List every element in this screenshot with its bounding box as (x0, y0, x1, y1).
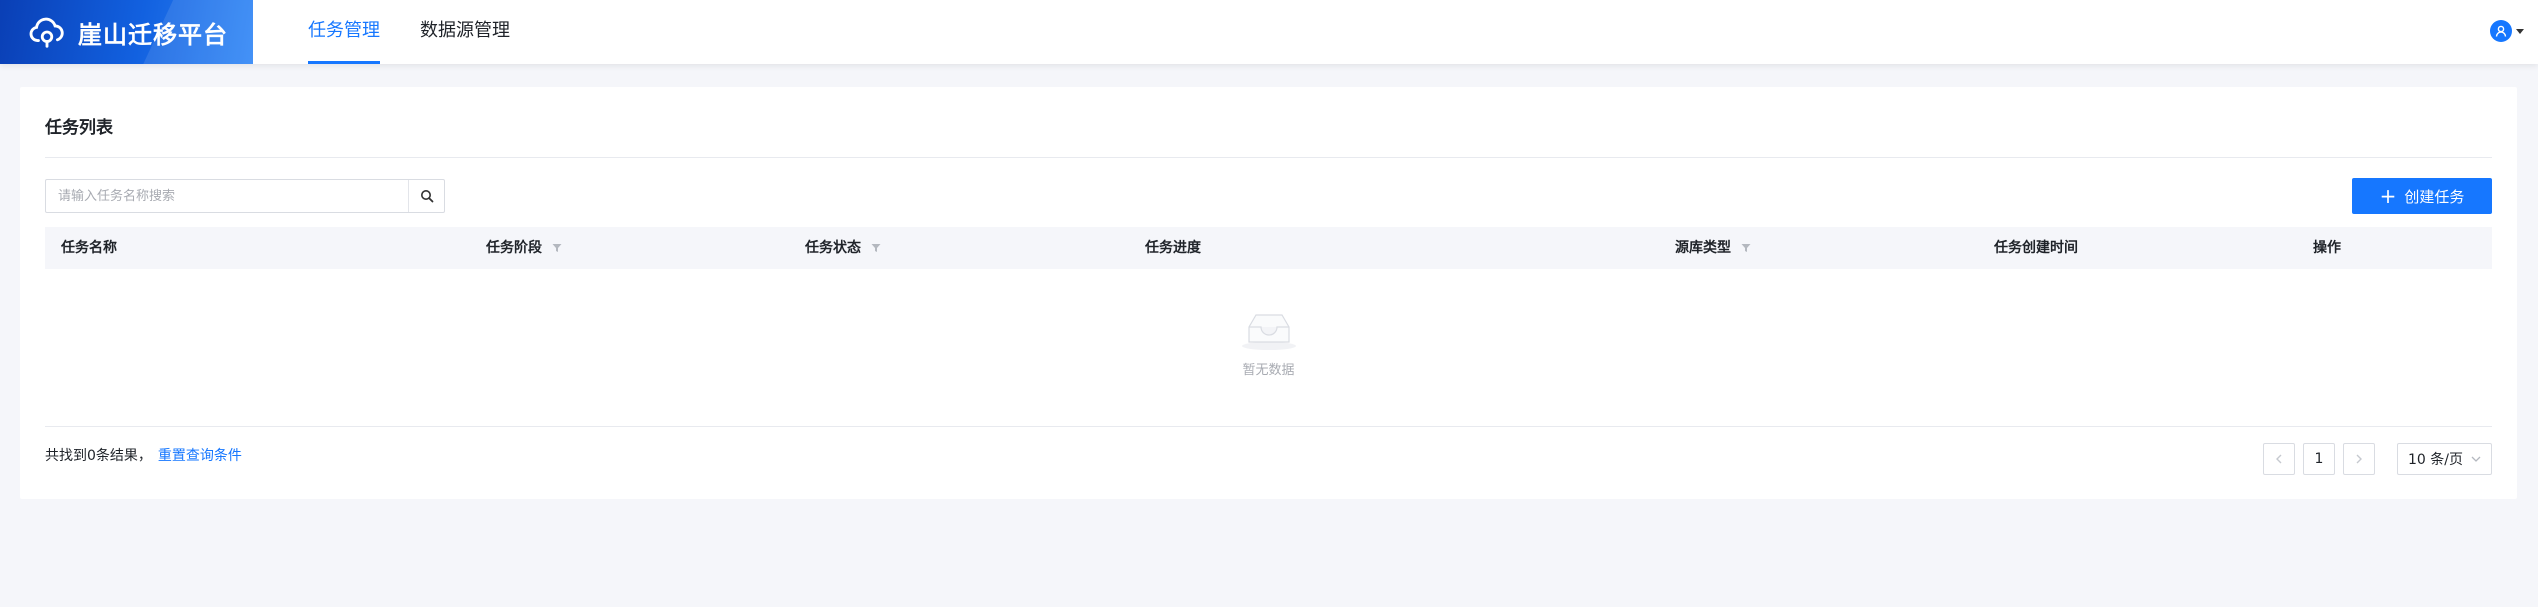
filter-icon[interactable] (552, 243, 562, 253)
main-nav: 任务管理 数据源管理 (308, 0, 550, 64)
page-title: 任务列表 (45, 118, 113, 138)
page-size-value: 10 条/页 (2408, 452, 2463, 468)
search-box (45, 179, 445, 213)
column-label: 任务进度 (1145, 240, 1201, 256)
create-task-label: 创建任务 (2404, 187, 2465, 206)
result-summary: 共找到0条结果， 重置查询条件 (45, 445, 242, 465)
empty-state: 暂无数据 (1239, 309, 1299, 378)
create-task-button[interactable]: + 创建任务 (2352, 178, 2492, 214)
column-task-status: 任务状态 (805, 227, 881, 269)
tab-task-management[interactable]: 任务管理 (308, 0, 380, 64)
column-label: 源库类型 (1675, 240, 1731, 256)
column-create-time: 任务创建时间 (1994, 227, 2078, 269)
column-label: 操作 (2313, 240, 2341, 256)
column-source-type: 源库类型 (1675, 227, 1751, 269)
column-task-stage: 任务阶段 (486, 227, 562, 269)
page-number-button[interactable]: 1 (2303, 443, 2335, 475)
column-label: 任务创建时间 (1994, 240, 2078, 256)
chevron-right-icon (2356, 454, 2362, 464)
top-bar: 崖山迁移平台 任务管理 数据源管理 (0, 0, 2538, 64)
empty-text: 暂无数据 (1242, 363, 1295, 378)
chevron-left-icon (2276, 454, 2282, 464)
column-label: 任务状态 (805, 240, 861, 256)
chevron-down-icon (2471, 456, 2481, 462)
column-actions: 操作 (2313, 227, 2341, 269)
filter-icon[interactable] (1741, 243, 1751, 253)
chevron-down-icon (2516, 28, 2524, 34)
empty-inbox-icon (1241, 314, 1296, 350)
column-label: 任务名称 (61, 240, 117, 256)
tab-datasource-management[interactable]: 数据源管理 (420, 0, 510, 64)
pagination: 1 10 条/页 (2255, 443, 2492, 475)
brand-logo[interactable]: 崖山迁移平台 (0, 0, 253, 64)
column-label: 任务阶段 (486, 240, 542, 256)
brand-title: 崖山迁移平台 (78, 20, 228, 49)
filter-icon[interactable] (871, 243, 881, 253)
search-icon[interactable] (408, 180, 444, 212)
search-input[interactable] (46, 180, 408, 212)
user-menu[interactable] (2490, 20, 2524, 42)
user-icon (2490, 20, 2512, 42)
prev-page-button[interactable] (2263, 443, 2295, 475)
result-count-text: 共找到0条结果， (45, 448, 152, 464)
task-table: 任务名称 任务阶段 任务状态 任务进度 源库类型 任务创建时间 操作 暂无数据 (45, 227, 2492, 427)
table-header: 任务名称 任务阶段 任务状态 任务进度 源库类型 任务创建时间 操作 (45, 227, 2492, 269)
reset-query-link[interactable]: 重置查询条件 (158, 448, 242, 464)
cloud-migration-icon (29, 17, 64, 48)
column-task-progress: 任务进度 (1145, 227, 1201, 269)
task-list-card: 任务列表 + 创建任务 任务名称 任务阶段 任务状态 (20, 87, 2517, 499)
table-body-empty: 暂无数据 (45, 269, 2492, 427)
column-task-name: 任务名称 (61, 227, 117, 269)
plus-icon: + (2379, 184, 2397, 208)
next-page-button[interactable] (2343, 443, 2375, 475)
divider (45, 157, 2492, 158)
page-size-select[interactable]: 10 条/页 (2397, 443, 2492, 475)
